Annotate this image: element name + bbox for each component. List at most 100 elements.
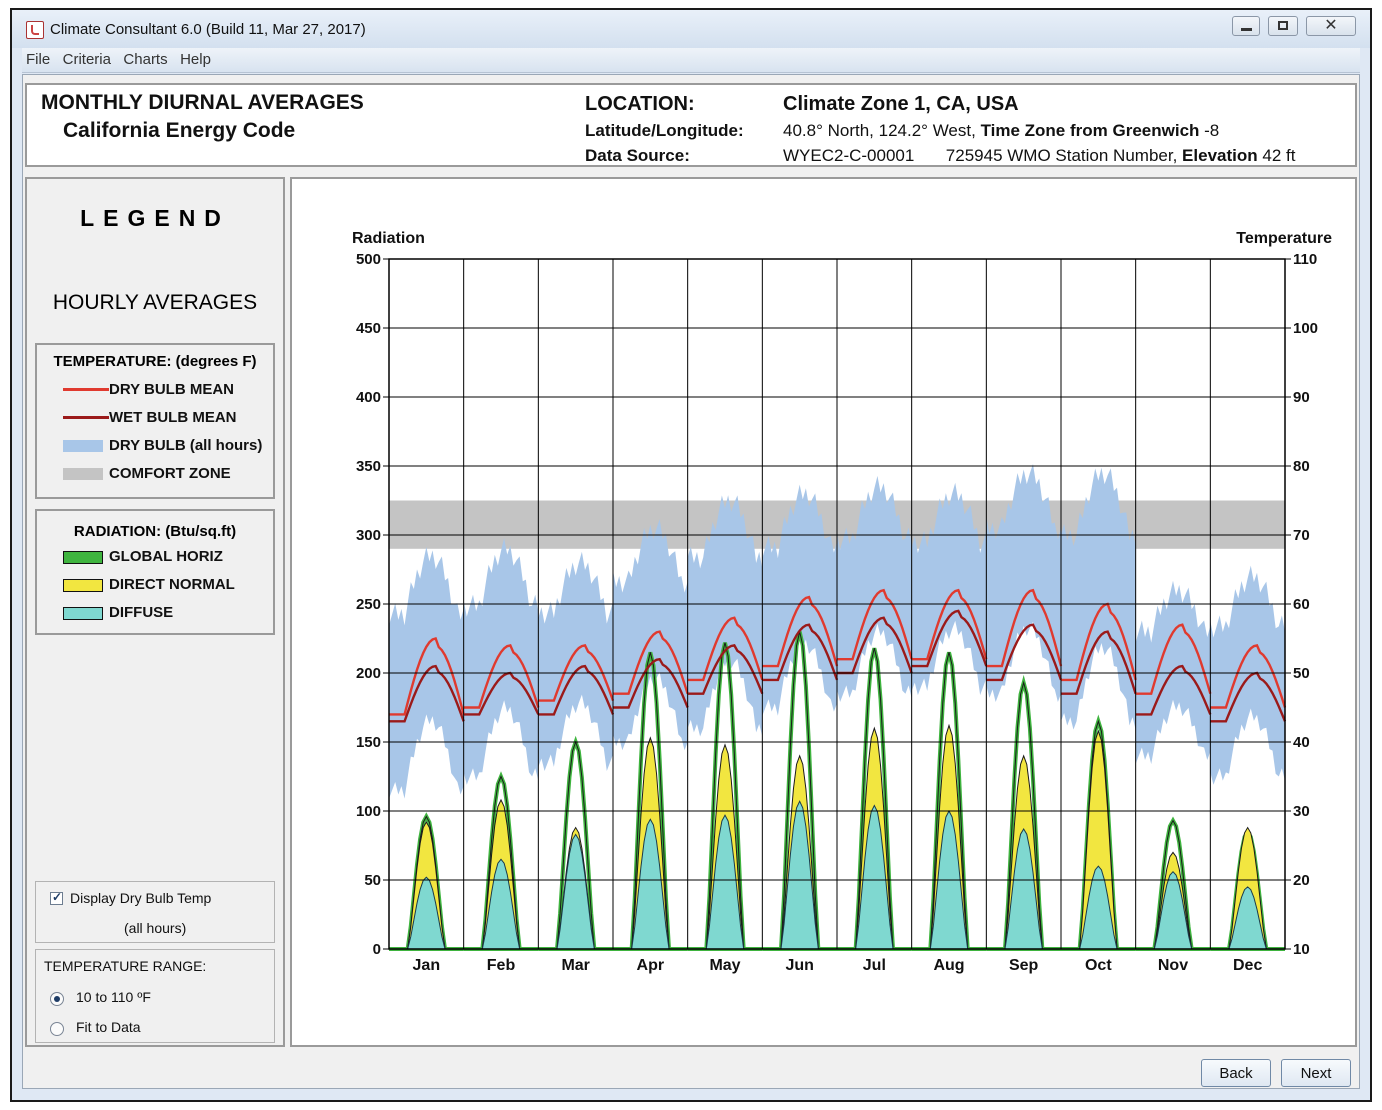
right-tick-label: 20 bbox=[1293, 872, 1310, 889]
location-label: LOCATION: bbox=[585, 93, 695, 115]
display-dry-bulb-checkbox[interactable]: ✓ bbox=[50, 890, 63, 905]
menu-charts[interactable]: Charts bbox=[123, 48, 167, 72]
display-dry-bulb-label[interactable]: Display Dry Bulb Temp bbox=[70, 890, 211, 906]
right-tick-label: 80 bbox=[1293, 458, 1310, 475]
display-dry-bulb-box: ✓ Display Dry Bulb Temp (all hours) bbox=[35, 881, 275, 943]
location-value: Climate Zone 1, CA, USA bbox=[783, 93, 1019, 115]
timezone-label: Time Zone from Greenwich bbox=[980, 121, 1200, 140]
left-tick-label: 0 bbox=[373, 941, 381, 958]
legend-panel: LEGEND HOURLY AVERAGES TEMPERATURE: (deg… bbox=[25, 177, 285, 1047]
window-title: Climate Consultant 6.0 (Build 11, Mar 27… bbox=[50, 21, 366, 38]
diffuse-area bbox=[837, 804, 912, 950]
header-panel: MONTHLY DIURNAL AVERAGES California Ener… bbox=[25, 83, 1357, 167]
right-tick-label: 10 bbox=[1293, 941, 1310, 958]
right-tick-label: 60 bbox=[1293, 596, 1310, 613]
next-button[interactable]: Next bbox=[1281, 1059, 1351, 1087]
latlon-value: 40.8° North, 124.2° West, bbox=[783, 121, 976, 140]
elevation-label: Elevation bbox=[1182, 146, 1258, 165]
chart-subtitle: California Energy Code bbox=[63, 119, 296, 142]
right-tick-label: 100 bbox=[1293, 320, 1318, 337]
comfort-zone-swatch bbox=[63, 468, 103, 480]
temperature-legend-title: TEMPERATURE: (degrees F) bbox=[53, 353, 257, 370]
wet-bulb-mean-swatch bbox=[63, 416, 109, 419]
range-fit-label[interactable]: Fit to Data bbox=[76, 1019, 141, 1035]
global-horiz-swatch bbox=[63, 551, 103, 564]
temperature-range-title: TEMPERATURE RANGE: bbox=[44, 958, 207, 974]
diffuse-area bbox=[687, 814, 763, 950]
latlon-row: 40.8° North, 124.2° West, Time Zone from… bbox=[783, 121, 1219, 141]
restore-icon[interactable] bbox=[1268, 16, 1298, 36]
comfort-zone-label: COMFORT ZONE bbox=[109, 465, 231, 482]
left-tick-label: 200 bbox=[356, 665, 381, 682]
month-tick-label: Mar bbox=[561, 957, 589, 974]
diffuse-swatch bbox=[63, 607, 103, 620]
left-tick-label: 100 bbox=[356, 803, 381, 820]
left-tick-label: 150 bbox=[356, 734, 381, 751]
dry-bulb-all-swatch bbox=[63, 440, 103, 452]
back-button[interactable]: Back bbox=[1201, 1059, 1271, 1087]
diffuse-area bbox=[463, 858, 539, 950]
diffuse-area bbox=[1061, 865, 1136, 950]
month-tick-label: Jul bbox=[863, 957, 886, 974]
chart-title: MONTHLY DIURNAL AVERAGES bbox=[41, 91, 364, 114]
right-tick-label: 90 bbox=[1293, 389, 1310, 406]
right-axis-label: Temperature bbox=[1236, 230, 1332, 247]
left-tick-label: 400 bbox=[356, 389, 381, 406]
diffuse-area bbox=[986, 827, 1061, 950]
left-axis-label: Radiation bbox=[352, 230, 425, 247]
diffuse-label: DIFFUSE bbox=[109, 604, 174, 621]
month-tick-label: Nov bbox=[1158, 957, 1188, 974]
diffuse-area bbox=[538, 833, 613, 950]
right-tick-label: 110 bbox=[1293, 251, 1317, 268]
month-tick-label: Apr bbox=[637, 957, 665, 974]
diffuse-area bbox=[762, 800, 837, 950]
left-tick-label: 300 bbox=[356, 527, 381, 544]
diffuse-area bbox=[613, 818, 688, 950]
title-bar: Climate Consultant 6.0 (Build 11, Mar 27… bbox=[12, 10, 1370, 48]
display-dry-bulb-sublabel: (all hours) bbox=[124, 920, 187, 936]
dry-bulb-all-hours-band bbox=[613, 519, 688, 751]
right-tick-label: 70 bbox=[1293, 527, 1310, 544]
temperature-range-box: TEMPERATURE RANGE: 10 to 110 ºF Fit to D… bbox=[35, 949, 275, 1043]
wet-bulb-mean-label: WET BULB MEAN bbox=[109, 409, 237, 426]
source-value: WYEC2-C-00001 bbox=[783, 146, 915, 165]
month-tick-label: Feb bbox=[487, 957, 516, 974]
dry-bulb-mean-label: DRY BULB MEAN bbox=[109, 381, 235, 398]
diurnal-chart: 0 50 100 150 200 250 300 350 400 450 500 10 20 30 40 50… bbox=[352, 230, 1332, 974]
diffuse-area bbox=[1135, 870, 1211, 950]
range-10-110-label[interactable]: 10 to 110 ºF bbox=[76, 989, 151, 1005]
range-fit-radio[interactable] bbox=[50, 1022, 64, 1036]
app-window: Climate Consultant 6.0 (Build 11, Mar 27… bbox=[10, 8, 1372, 1102]
close-icon[interactable]: ✕ bbox=[1306, 16, 1356, 36]
diffuse-area bbox=[389, 876, 464, 950]
timezone-value: -8 bbox=[1204, 121, 1220, 140]
menu-help[interactable]: Help bbox=[180, 48, 211, 72]
left-tick-label: 450 bbox=[356, 320, 381, 337]
month-tick-label: Aug bbox=[933, 957, 964, 974]
month-tick-label: Jun bbox=[785, 957, 813, 974]
range-10-110-radio[interactable] bbox=[50, 992, 64, 1006]
hourly-averages-title: HOURLY AVERAGES bbox=[52, 291, 258, 314]
station-value: 725945 WMO Station Number, bbox=[945, 146, 1178, 165]
menu-file[interactable]: File bbox=[26, 48, 50, 72]
latlon-label: Latitude/Longitude: bbox=[585, 121, 744, 140]
source-label: Data Source: bbox=[585, 146, 690, 165]
left-tick-label: 350 bbox=[356, 458, 381, 475]
month-tick-label: Oct bbox=[1085, 957, 1112, 974]
month-tick-label: Dec bbox=[1233, 957, 1262, 974]
source-row: WYEC2-C-00001 725945 WMO Station Number,… bbox=[783, 146, 1295, 166]
legend-title: LEGEND bbox=[80, 205, 230, 231]
elevation-value: 42 ft bbox=[1262, 146, 1296, 165]
right-tick-label: 50 bbox=[1293, 665, 1310, 682]
left-tick-label: 250 bbox=[356, 596, 381, 613]
menu-criteria[interactable]: Criteria bbox=[63, 48, 111, 72]
dry-bulb-all-label: DRY BULB (all hours) bbox=[109, 437, 263, 454]
temperature-legend-box: TEMPERATURE: (degrees F) DRY BULB MEAN W… bbox=[35, 343, 275, 499]
java-app-icon bbox=[26, 21, 44, 39]
month-tick-label: Jan bbox=[413, 957, 441, 974]
main-content: MONTHLY DIURNAL AVERAGES California Ener… bbox=[22, 74, 1360, 1089]
radiation-legend-title: RADIATION: (Btu/sq.ft) bbox=[73, 523, 237, 540]
minimize-icon[interactable] bbox=[1232, 16, 1260, 36]
right-tick-label: 30 bbox=[1293, 803, 1310, 820]
diffuse-area bbox=[1210, 886, 1285, 950]
